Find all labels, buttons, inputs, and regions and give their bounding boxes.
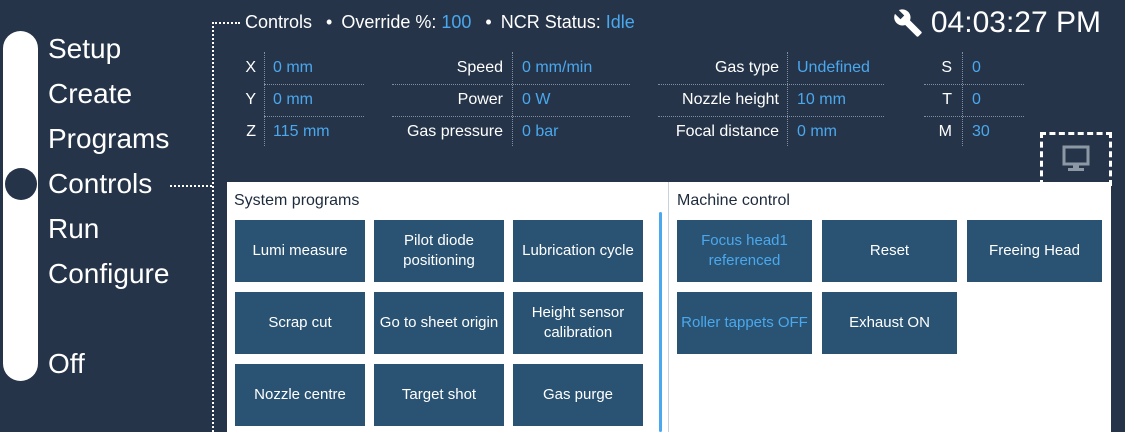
readout-divider xyxy=(264,52,265,146)
gas-purge-button[interactable]: Gas purge xyxy=(513,364,643,426)
power-value: 0 W xyxy=(522,91,551,108)
gas-type-label: Gas type xyxy=(714,59,779,76)
nav-item-off[interactable]: Off xyxy=(48,350,85,378)
axis-x-value: 0 mm xyxy=(273,59,313,76)
clock: 04:03:27 PM xyxy=(930,6,1101,39)
monitor-icon xyxy=(1061,145,1091,173)
wrench-icon[interactable] xyxy=(893,8,923,38)
code-m-value: 30 xyxy=(972,123,990,140)
focal-distance-value: 0 mm xyxy=(797,123,837,140)
axis-z-label: Z xyxy=(246,123,256,140)
code-t-label: T xyxy=(942,91,952,108)
system-programs-scrollbar[interactable] xyxy=(659,212,662,432)
readout-divider xyxy=(962,52,963,146)
code-s-value: 0 xyxy=(972,59,981,76)
ncr-status-label: NCR Status: xyxy=(500,12,601,32)
nav-item-run[interactable]: Run xyxy=(48,215,99,243)
machine-control-title: Machine control xyxy=(677,192,790,209)
bullet-separator: • xyxy=(326,12,333,32)
focus-head1-referenced-button[interactable]: Focus head1 referenced xyxy=(677,220,812,282)
lumi-measure-button[interactable]: Lumi measure xyxy=(235,220,365,282)
gas-pressure-value: 0 bar xyxy=(522,123,559,140)
readout-underline xyxy=(392,116,630,117)
nav-item-create[interactable]: Create xyxy=(48,80,132,108)
header-connector-line xyxy=(212,22,240,24)
nav-item-setup[interactable]: Setup xyxy=(48,35,121,63)
code-s-label: S xyxy=(941,59,952,76)
axis-y-value: 0 mm xyxy=(273,91,313,108)
exhaust-on-button[interactable]: Exhaust ON xyxy=(822,292,957,354)
controls-panel: System programs Machine control Lumi mea… xyxy=(227,182,1111,432)
code-m-label: M xyxy=(938,123,952,140)
readout-underline xyxy=(264,84,364,85)
readout-underline xyxy=(392,84,630,85)
gas-pressure-label: Gas pressure xyxy=(406,123,503,140)
readout-underline xyxy=(658,84,884,85)
nav-rail[interactable] xyxy=(3,31,38,381)
gas-type-value: Undefined xyxy=(797,59,870,76)
readout-underline xyxy=(924,84,1024,85)
override-value: 100 xyxy=(441,12,472,32)
readout-divider xyxy=(512,52,513,146)
readout-underline xyxy=(658,116,884,117)
readout-underline xyxy=(264,116,364,117)
axis-y-label: Y xyxy=(245,91,256,108)
focal-distance-label: Focal distance xyxy=(675,123,779,140)
nav-item-configure[interactable]: Configure xyxy=(48,260,169,288)
panel-divider xyxy=(668,182,669,432)
speed-value: 0 mm/min xyxy=(522,59,593,76)
code-t-value: 0 xyxy=(972,91,981,108)
axis-z-value: 115 mm xyxy=(273,123,330,140)
clock-area: 04:03:27 PM xyxy=(893,6,1101,40)
system-programs-title: System programs xyxy=(234,192,360,209)
go-to-sheet-origin-button[interactable]: Go to sheet origin xyxy=(374,292,504,354)
nav-item-controls[interactable]: Controls xyxy=(48,170,152,198)
readout-underline xyxy=(924,116,1024,117)
readout-divider xyxy=(787,52,788,146)
nozzle-centre-button[interactable]: Nozzle centre xyxy=(235,364,365,426)
nav-item-programs[interactable]: Programs xyxy=(48,125,169,153)
scrap-cut-button[interactable]: Scrap cut xyxy=(235,292,365,354)
height-sensor-calibration-button[interactable]: Height sensor calibration xyxy=(513,292,643,354)
override-label: Override %: xyxy=(341,12,437,32)
nav-connector-line xyxy=(170,185,212,187)
nav-selection-indicator xyxy=(5,168,37,200)
power-label: Power xyxy=(457,91,503,108)
lubrication-cycle-button[interactable]: Lubrication cycle xyxy=(513,220,643,282)
section-connector-line xyxy=(212,22,214,432)
status-header: Controls • Override %: 100 • NCR Status:… xyxy=(245,12,635,33)
reset-button[interactable]: Reset xyxy=(822,220,957,282)
roller-tappets-off-button[interactable]: Roller tappets OFF xyxy=(677,292,812,354)
section-title: Controls xyxy=(245,12,313,32)
ncr-status-value: Idle xyxy=(605,12,635,32)
pilot-diode-positioning-button[interactable]: Pilot diode positioning xyxy=(374,220,504,282)
bullet-separator: • xyxy=(485,12,492,32)
speed-label: Speed xyxy=(456,59,503,76)
target-shot-button[interactable]: Target shot xyxy=(374,364,504,426)
freeing-head-button[interactable]: Freeing Head xyxy=(967,220,1102,282)
nozzle-height-label: Nozzle height xyxy=(682,91,779,108)
monitor-toggle-button[interactable] xyxy=(1040,132,1112,186)
axis-x-label: X xyxy=(245,59,256,76)
nozzle-height-value: 10 mm xyxy=(797,91,846,108)
